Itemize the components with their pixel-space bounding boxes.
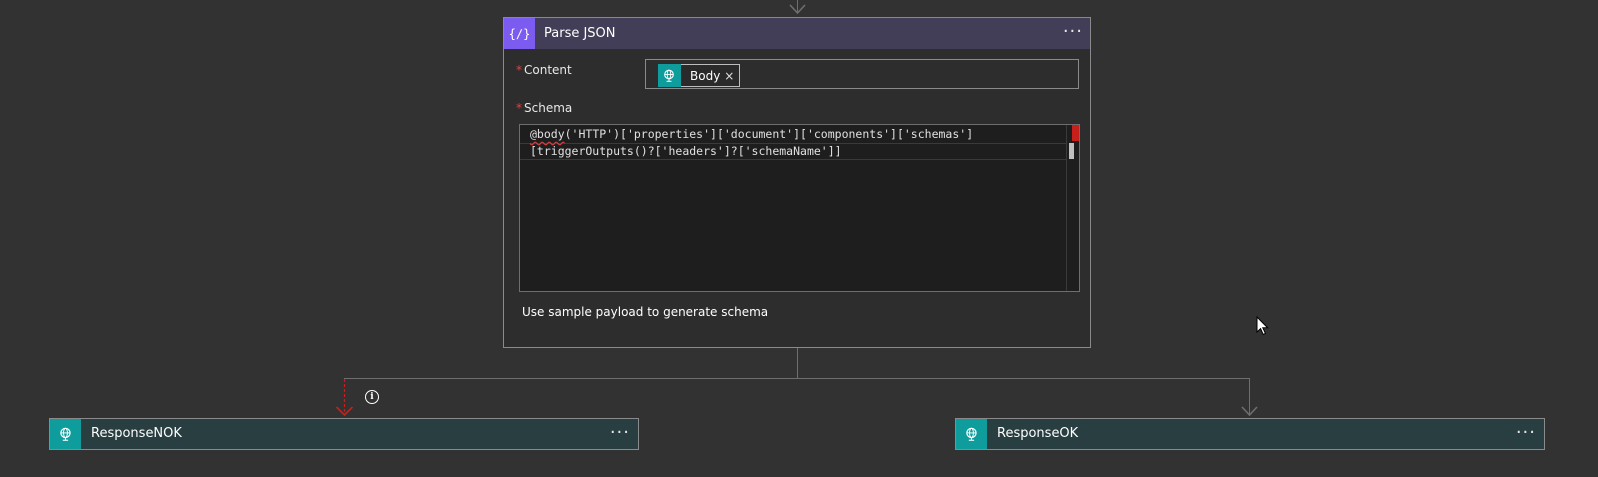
parse-json-header[interactable]: {∕} Parse JSON ···	[504, 18, 1090, 49]
globe-icon	[956, 419, 987, 449]
globe-icon	[658, 63, 681, 87]
mouse-cursor-icon	[1256, 316, 1269, 336]
code-line-2: [triggerOutputs()?['headers']?['schemaNa…	[530, 143, 842, 160]
connector-horizontal	[344, 378, 1250, 379]
sample-payload-link[interactable]: Use sample payload to generate schema	[522, 305, 768, 319]
required-mark: *	[516, 101, 522, 115]
code-token-string: ('HTTP')	[564, 127, 621, 141]
content-label-text: Content	[524, 63, 572, 77]
schema-code-editor[interactable]: @body('HTTP')['properties']['document'][…	[519, 124, 1080, 292]
scrollbar-error-marker	[1072, 125, 1079, 141]
globe-icon	[50, 419, 81, 449]
arrow-head-top	[789, 4, 806, 15]
more-options-icon[interactable]: ···	[1063, 18, 1083, 49]
code-line-1: @body('HTTP')['properties']['document'][…	[530, 126, 973, 143]
code-token-error: @body	[530, 127, 565, 141]
code-token-path: ['properties']['document']['components']…	[620, 127, 974, 141]
schema-label-text: Schema	[524, 101, 573, 115]
required-mark: *	[516, 63, 522, 77]
braces-icon: {∕}	[504, 18, 535, 49]
parse-json-title: Parse JSON	[544, 26, 616, 41]
more-options-icon[interactable]: ···	[610, 419, 630, 450]
content-input[interactable]: Body ×	[645, 59, 1079, 89]
connector-down	[797, 348, 798, 379]
response-nok-card[interactable]: ResponseNOK ···	[49, 418, 639, 450]
content-label: * Content	[516, 63, 572, 77]
response-ok-title: ResponseOK	[997, 426, 1079, 441]
code-line-2-text: [triggerOutputs()?['headers']?['schemaNa…	[530, 144, 842, 158]
editor-scrollbar[interactable]	[1066, 125, 1079, 291]
body-token-label: Body	[690, 68, 721, 83]
response-nok-title: ResponseNOK	[91, 426, 182, 441]
info-icon[interactable]: i	[365, 390, 379, 404]
body-token[interactable]: Body ×	[658, 63, 741, 87]
error-connector-left	[335, 379, 354, 417]
schema-label: * Schema	[516, 101, 572, 115]
parse-json-card[interactable]: {∕} Parse JSON ··· * Content Body × * Sche…	[503, 17, 1091, 348]
more-options-icon[interactable]: ···	[1516, 419, 1536, 450]
arrow-head-right	[1241, 406, 1258, 417]
close-icon[interactable]: ×	[724, 69, 739, 83]
response-ok-card[interactable]: ResponseOK ···	[955, 418, 1545, 450]
scrollbar-thumb[interactable]	[1069, 143, 1074, 159]
